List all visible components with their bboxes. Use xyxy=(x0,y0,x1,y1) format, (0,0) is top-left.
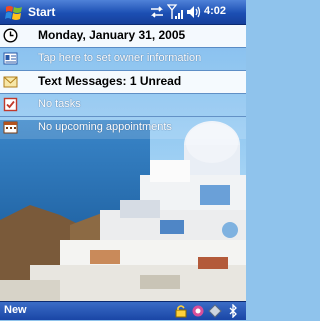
clock-icon xyxy=(3,28,18,43)
speaker-icon[interactable] xyxy=(186,5,201,19)
signal-strength-icon[interactable] xyxy=(167,3,183,21)
start-button[interactable]: Start xyxy=(2,1,82,23)
network-icon[interactable] xyxy=(208,304,222,318)
owner-info-label: Tap here to set owner information xyxy=(38,52,202,64)
tasks-label: No tasks xyxy=(38,98,81,110)
checkbox-icon xyxy=(3,97,18,112)
id-card-icon xyxy=(3,52,18,65)
appointments-item[interactable]: No upcoming appointments xyxy=(0,117,246,139)
menu-bar: New xyxy=(0,301,246,320)
title-bar: Start 4:02 xyxy=(0,0,246,25)
system-tray xyxy=(174,303,242,319)
appointments-label: No upcoming appointments xyxy=(38,121,172,133)
new-button[interactable]: New xyxy=(4,304,27,316)
envelope-icon xyxy=(3,76,18,88)
connectivity-icon[interactable] xyxy=(191,304,205,318)
bluetooth-icon[interactable] xyxy=(226,303,240,319)
tasks-item[interactable]: No tasks xyxy=(0,94,246,116)
owner-info-item[interactable]: Tap here to set owner information xyxy=(0,48,246,70)
calendar-icon xyxy=(3,121,18,134)
sync-arrows-icon[interactable] xyxy=(149,4,165,20)
messages-item[interactable]: Text Messages: 1 Unread xyxy=(0,71,246,93)
clock[interactable]: 4:02 xyxy=(204,5,226,17)
today-date-item[interactable]: Monday, January 31, 2005 xyxy=(0,25,246,47)
messages-label: Text Messages: 1 Unread xyxy=(38,74,182,88)
windows-flag-icon xyxy=(5,6,22,20)
today-items: Monday, January 31, 2005 Tap here to set… xyxy=(0,25,246,139)
today-date-label: Monday, January 31, 2005 xyxy=(38,28,186,42)
lock-icon[interactable] xyxy=(174,304,188,318)
start-label: Start xyxy=(28,5,56,19)
